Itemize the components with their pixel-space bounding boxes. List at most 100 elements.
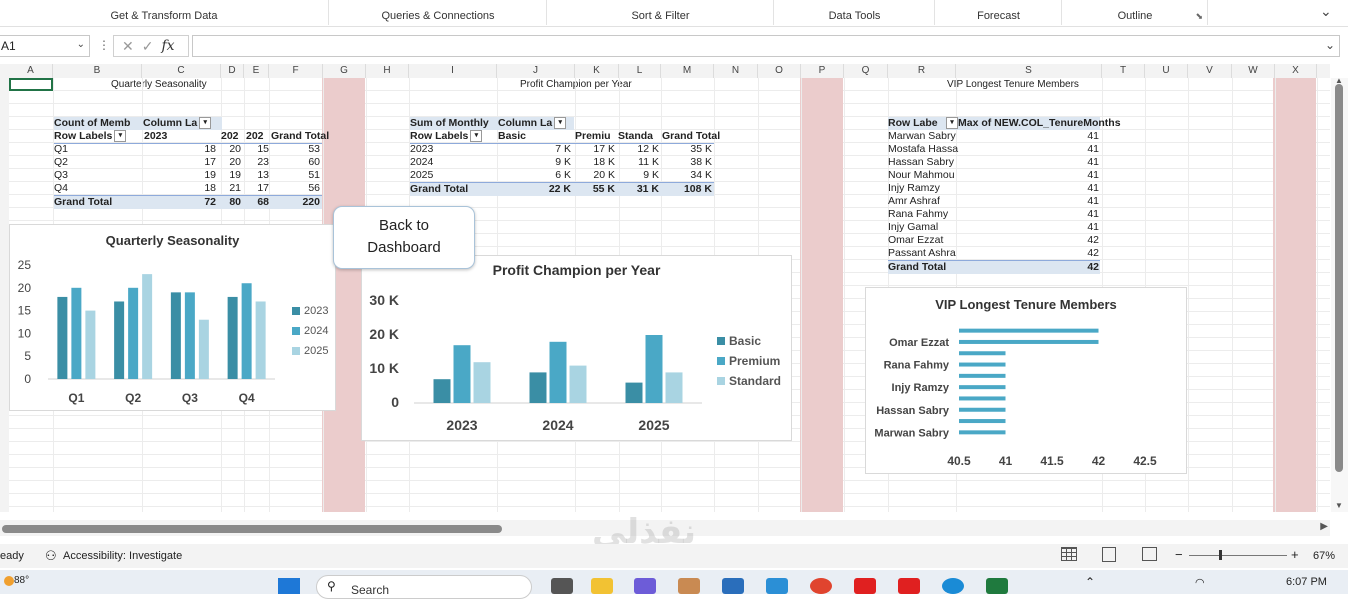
filter-dropdown-icon[interactable]: ▾ (554, 117, 567, 130)
wifi-icon[interactable]: ◠ (1195, 576, 1205, 589)
column-header-g[interactable]: G (323, 64, 366, 78)
bar-2025-Q2[interactable] (142, 274, 153, 379)
dialog-launcher-icon[interactable]: ⬊ (1195, 11, 1203, 22)
bar-Nour Mahmoud[interactable] (959, 396, 1006, 401)
expand-formula-icon[interactable]: ⌄ (1325, 38, 1335, 52)
bar-Premium-2024[interactable] (549, 341, 567, 403)
column-header-a[interactable]: A (9, 64, 53, 78)
zoom-slider[interactable] (1189, 555, 1287, 556)
ribbon-group-outline[interactable]: Outline ⬊ (1063, 0, 1208, 25)
accessibility-status[interactable]: Accessibility: Investigate (63, 550, 182, 562)
legend-item[interactable]: 2024 (292, 321, 328, 341)
column-header-w[interactable]: W (1232, 64, 1275, 78)
clock-time[interactable]: 6:07 PM (1286, 576, 1327, 588)
windows-start-icon[interactable] (278, 578, 300, 594)
pivot-row[interactable]: Injy Ramzy 41 (888, 182, 1100, 195)
zoom-in-icon[interactable]: + (1291, 547, 1299, 562)
bar-Amr Ashraf[interactable] (959, 373, 1006, 378)
pivot-row[interactable]: Q1 18 20 15 53 (54, 143, 322, 156)
pivot-row[interactable]: Q2 17 20 23 60 (54, 156, 322, 169)
bar-Premium-2025[interactable] (645, 335, 663, 403)
chevron-down-icon[interactable]: ⌄ (77, 39, 85, 50)
bar-2024-Q4[interactable] (241, 283, 252, 379)
bar-2025-Q3[interactable] (198, 319, 209, 379)
horizontal-scroll-thumb[interactable] (2, 525, 502, 533)
filter-dropdown-icon[interactable]: ▾ (199, 117, 212, 130)
pivot-table-profit[interactable]: Sum of Monthly Column La ▾ Row Labels ▾ Bas… (410, 117, 720, 197)
bar-Basic-2024[interactable] (529, 372, 547, 403)
column-header-v[interactable]: V (1188, 64, 1232, 78)
normal-view-icon[interactable] (1061, 547, 1077, 561)
page-layout-icon[interactable] (1102, 547, 1116, 562)
filter-icon[interactable]: ▾ (946, 117, 958, 130)
bar-Passant Ashraf[interactable] (959, 328, 1099, 333)
file-explorer-icon[interactable] (591, 578, 613, 594)
weather-temp[interactable]: 88° (14, 575, 29, 586)
bar-Injy Ramzy[interactable] (959, 385, 1006, 390)
pivot-total-row[interactable]: Grand Total 72 80 68 220 (54, 195, 322, 209)
bar-2023-Q3[interactable] (170, 292, 181, 379)
taskbar-search[interactable]: ⚲ Search (316, 575, 532, 599)
chevron-up-icon[interactable]: ⌃ (1085, 575, 1095, 589)
bar-Standard-2025[interactable] (665, 372, 683, 403)
filter-dropdown-icon[interactable]: ▾ (470, 130, 483, 143)
pivot-table-quarterly[interactable]: Count of Memb Column La ▾ Row Labels ▾ 2023… (54, 117, 329, 212)
legend-item[interactable]: Basic (717, 331, 781, 351)
bar-Rana Fahmy[interactable] (959, 362, 1006, 367)
app-icon[interactable] (678, 578, 700, 594)
copilot-icon[interactable] (634, 578, 656, 594)
legend-item[interactable]: 2023 (292, 301, 328, 321)
bar-Marwan Sabry[interactable] (959, 430, 1006, 435)
filter-dropdown-icon[interactable]: ▾ (114, 130, 127, 143)
column-header-k[interactable]: K (575, 64, 619, 78)
pivot-row[interactable]: Marwan Sabry 41 (888, 130, 1100, 143)
pivot-row[interactable]: Hassan Sabry 41 (888, 156, 1100, 169)
ribbon-group-data-tools[interactable]: Data Tools (775, 0, 935, 25)
pivot-row[interactable]: Injy Gamal 41 (888, 221, 1100, 234)
zoom-level[interactable]: 67% (1313, 550, 1335, 562)
bar-2023-Q2[interactable] (114, 301, 125, 379)
bar-2024-Q3[interactable] (184, 292, 195, 379)
chart-quarterly-seasonality[interactable]: Quarterly Seasonality 0 5 10 15 20 25 Q1 Q2 Q3 Q4… (9, 224, 336, 411)
insert-function-icon[interactable]: fx (161, 38, 174, 54)
bar-Basic-2025[interactable] (625, 382, 643, 403)
weather-icon[interactable] (4, 576, 14, 586)
bar-Standard-2023[interactable] (473, 362, 491, 403)
excel-icon[interactable] (986, 578, 1008, 594)
pivot-row[interactable]: 2024 9 K 18 K 11 K 38 K (410, 156, 714, 169)
column-header-t[interactable]: T (1102, 64, 1145, 78)
column-header-b[interactable]: B (53, 64, 142, 78)
pivot-row[interactable]: Mostafa Hassa 41 (888, 143, 1100, 156)
legend-item[interactable]: 2025 (292, 341, 328, 361)
name-box[interactable]: A1 ⌄ (0, 35, 90, 57)
legend-item[interactable]: Standard (717, 371, 781, 391)
zoom-out-icon[interactable]: − (1175, 547, 1183, 562)
vertical-scrollbar[interactable]: ▲ ▼ (1331, 76, 1348, 512)
bar-2025-Q1[interactable] (85, 310, 96, 379)
column-header-h[interactable]: H (366, 64, 409, 78)
bar-2024-Q1[interactable] (71, 287, 82, 379)
edge-icon[interactable] (942, 578, 964, 594)
store-icon[interactable] (722, 578, 744, 594)
column-header-m[interactable]: M (661, 64, 714, 78)
column-header-o[interactable]: O (758, 64, 801, 78)
youtube-icon-2[interactable] (898, 578, 920, 594)
column-header-l[interactable]: L (619, 64, 661, 78)
bar-Hassan Sabry[interactable] (959, 407, 1006, 412)
bar-Injy Gamal[interactable] (959, 351, 1006, 356)
column-header-x[interactable]: X (1275, 64, 1317, 78)
pivot-row[interactable]: Q4 18 21 17 56 (54, 182, 322, 195)
youtube-icon[interactable] (854, 578, 876, 594)
pivot-row[interactable]: Passant Ashra 42 (888, 247, 1100, 260)
ribbon-group-get-transform[interactable]: Get & Transform Data (0, 0, 329, 25)
task-view-icon[interactable] (551, 578, 573, 594)
pivot-row[interactable]: Amr Ashraf 41 (888, 195, 1100, 208)
column-header-q[interactable]: Q (844, 64, 888, 78)
formula-input[interactable]: ⌄ (192, 35, 1340, 57)
chart-profit-champion[interactable]: Profit Champion per Year 0 10 K 20 K 30 K 20… (361, 255, 792, 441)
cancel-icon[interactable]: ✕ (122, 38, 134, 55)
column-header-n[interactable]: N (714, 64, 758, 78)
more-options-icon[interactable]: ⋮ (98, 38, 110, 52)
column-header-s[interactable]: S (956, 64, 1102, 78)
column-header-c[interactable]: C (142, 64, 221, 78)
